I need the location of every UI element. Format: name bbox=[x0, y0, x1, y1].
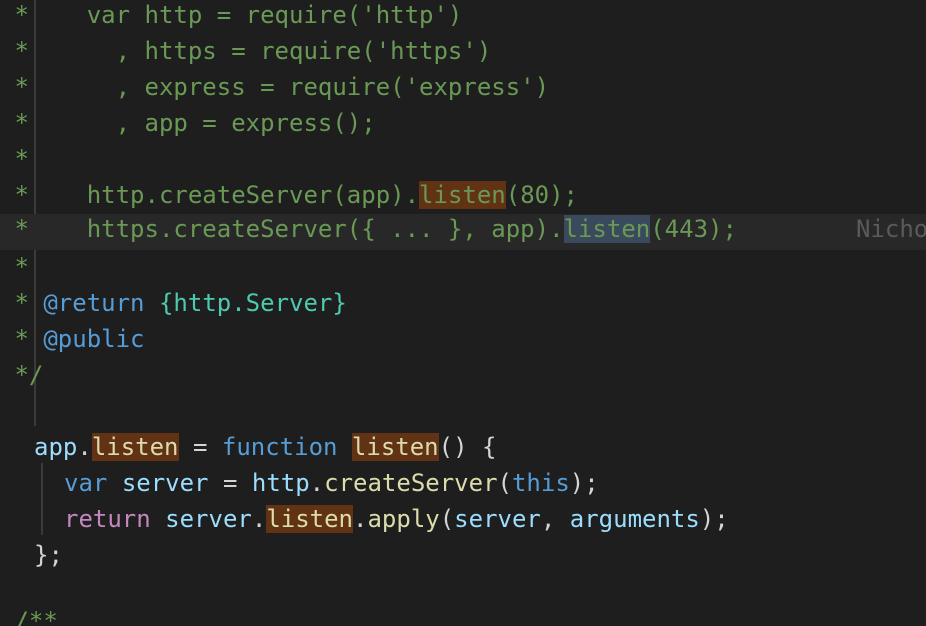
jsdoc-tag: @return bbox=[43, 289, 145, 317]
comment-end: */ bbox=[0, 361, 44, 389]
code-line: * @public bbox=[0, 324, 926, 360]
code-editor[interactable]: * var http = require('http') * , https =… bbox=[0, 0, 926, 626]
code-line: * bbox=[0, 252, 926, 288]
comment-text: , app = express(); bbox=[28, 109, 376, 137]
highlighted-word: listen bbox=[91, 433, 179, 461]
keyword: this bbox=[511, 469, 570, 497]
identifier: http bbox=[251, 469, 310, 497]
git-blame-annotation: Nicho bbox=[856, 215, 926, 243]
operator: = bbox=[208, 469, 252, 497]
identifier: server bbox=[454, 505, 541, 533]
highlighted-word: listen bbox=[351, 433, 439, 461]
punct: ); bbox=[699, 505, 729, 533]
punct: . bbox=[353, 505, 368, 533]
code-line: app.listen = function listen() { bbox=[34, 432, 926, 468]
identifier: app bbox=[34, 433, 78, 461]
comment-text: , express = require('express') bbox=[28, 73, 550, 101]
punct: ( bbox=[439, 505, 455, 533]
highlighted-word: listen bbox=[419, 181, 506, 209]
comment-text: , https = require('https') bbox=[28, 37, 492, 65]
keyword: var bbox=[64, 469, 108, 497]
comment-text: http.createServer(app). bbox=[28, 181, 420, 209]
jsdoc-tag: @public bbox=[43, 325, 145, 353]
code-line: /** bbox=[0, 606, 926, 626]
comment-text: (443); bbox=[650, 215, 737, 243]
punct: . bbox=[251, 505, 267, 533]
keyword: return bbox=[64, 505, 151, 533]
comment-start: /** bbox=[0, 607, 58, 626]
punct: ( bbox=[497, 469, 512, 497]
code-line: */ bbox=[0, 360, 926, 396]
punct: ); bbox=[569, 469, 599, 497]
punct: () { bbox=[438, 433, 497, 461]
comment-text: var http = require('http') bbox=[28, 1, 463, 29]
punct: , bbox=[540, 505, 570, 533]
code-line: * bbox=[0, 144, 926, 180]
comment-star: * bbox=[0, 37, 29, 65]
comment-star: * bbox=[0, 145, 29, 173]
comment-text: (80); bbox=[505, 181, 578, 209]
code-line: * , https = require('https') bbox=[0, 36, 926, 72]
function-name: createServer bbox=[324, 469, 498, 497]
comment-star: * bbox=[0, 181, 29, 209]
current-code-line: * https.createServer({ ... }, app).liste… bbox=[0, 214, 926, 250]
keyword: function bbox=[221, 433, 338, 461]
comment-text: https.createServer({ ... }, app). bbox=[28, 215, 564, 243]
highlighted-word: listen bbox=[266, 505, 354, 533]
comment-star: * bbox=[0, 325, 44, 353]
comment-star: * bbox=[0, 215, 29, 243]
selected-word: listen bbox=[563, 215, 651, 243]
comment-star: * bbox=[0, 1, 29, 29]
punct: . bbox=[77, 433, 92, 461]
closing-brace: }; bbox=[34, 541, 63, 569]
comment-star: * bbox=[0, 109, 29, 137]
identifier: server bbox=[165, 505, 252, 533]
code-line: }; bbox=[34, 540, 926, 576]
punct: . bbox=[309, 469, 325, 497]
operator: = bbox=[178, 433, 222, 461]
code-line: * @return {http.Server} bbox=[0, 288, 926, 324]
function-name: apply bbox=[367, 505, 440, 533]
code-line: * var http = require('http') bbox=[0, 0, 926, 36]
identifier: arguments bbox=[569, 505, 700, 533]
jsdoc-type: {http.Server} bbox=[158, 289, 347, 317]
comment-star: * bbox=[0, 289, 44, 317]
comment-star: * bbox=[0, 253, 29, 281]
code-line: * , express = require('express') bbox=[0, 72, 926, 108]
comment-star: * bbox=[0, 73, 29, 101]
code-line: * , app = express(); bbox=[0, 108, 926, 144]
code-line: * http.createServer(app).listen(80); bbox=[0, 180, 926, 216]
code-line: var server = http.createServer(this); bbox=[34, 468, 926, 504]
identifier: server bbox=[121, 469, 209, 497]
code-line: return server.listen.apply(server, argum… bbox=[34, 504, 926, 540]
